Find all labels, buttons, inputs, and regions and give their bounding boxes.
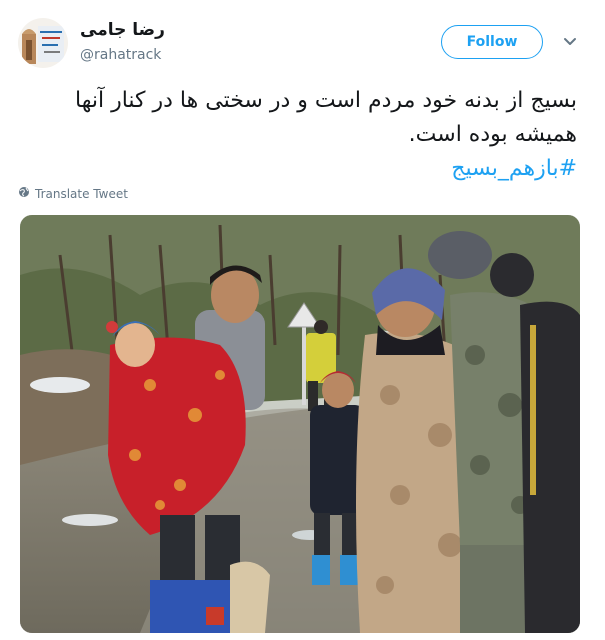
display-name[interactable]: رضا جامی (80, 20, 165, 40)
follow-button[interactable]: Follow (441, 25, 543, 59)
tweet-text: بسیج از بدنه خود مردم است و در سختی ها د… (22, 84, 577, 186)
hashtag-link[interactable]: #بازهم_بسیج (22, 152, 577, 186)
translate-label: Translate Tweet (35, 186, 128, 201)
chevron-down-icon[interactable] (562, 34, 578, 50)
globe-icon (18, 186, 30, 201)
avatar-image (18, 18, 68, 68)
translate-tweet-link[interactable]: Translate Tweet (18, 186, 128, 201)
tweet-line-1: بسیج از بدنه خود مردم است و در سختی ها د… (75, 88, 577, 113)
photo-scene (20, 215, 580, 633)
tweet-line-2: همیشه بوده است. (408, 122, 577, 147)
user-handle[interactable]: @rahatrack (80, 47, 161, 63)
profile-avatar[interactable] (18, 18, 68, 68)
tweet-photo[interactable] (20, 215, 580, 633)
